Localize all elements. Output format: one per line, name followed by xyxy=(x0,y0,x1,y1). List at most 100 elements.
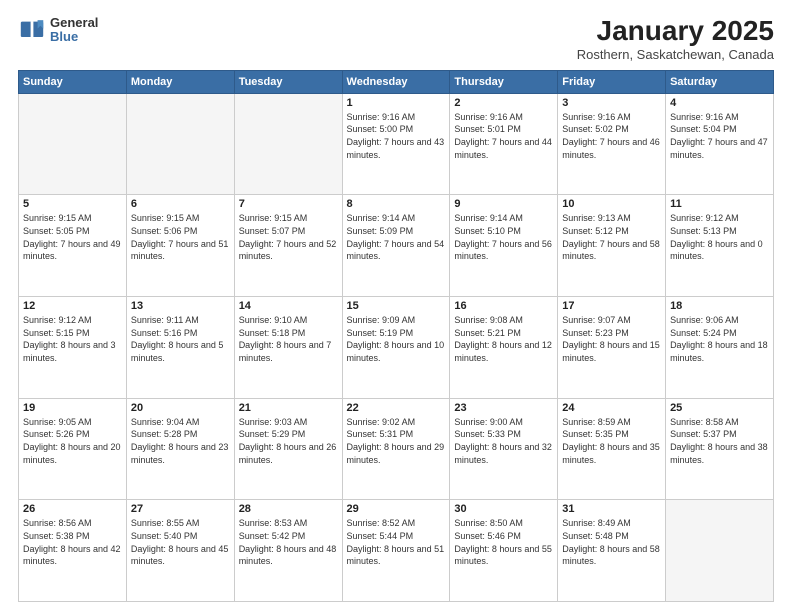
calendar-cell: 11 Sunrise: 9:12 AM Sunset: 5:13 PM Dayli… xyxy=(666,195,774,297)
day-info: Sunrise: 8:50 AM Sunset: 5:46 PM Dayligh… xyxy=(454,517,553,567)
day-info: Sunrise: 9:11 AM Sunset: 5:16 PM Dayligh… xyxy=(131,314,230,364)
calendar-cell xyxy=(19,93,127,195)
calendar-week-4: 26Sunrise: 8:56 AM Sunset: 5:38 PM Dayli… xyxy=(19,500,774,602)
weekday-header-sunday: Sunday xyxy=(19,70,127,93)
calendar-cell: 15 Sunrise: 9:09 AM Sunset: 5:19 PM Dayli… xyxy=(342,297,450,399)
calendar-cell: 4 Sunrise: 9:16 AM Sunset: 5:04 PM Daylig… xyxy=(666,93,774,195)
day-number: 3 xyxy=(562,97,661,109)
day-info: Sunrise: 9:10 AM Sunset: 5:18 PM Dayligh… xyxy=(239,314,338,364)
calendar-cell: 8 Sunrise: 9:14 AM Sunset: 5:09 PM Daylig… xyxy=(342,195,450,297)
day-number: 17 xyxy=(562,300,661,312)
day-info: Sunrise: 8:56 AM Sunset: 5:38 PM Dayligh… xyxy=(23,517,122,567)
calendar-week-2: 12Sunrise: 9:12 AM Sunset: 5:15 PM Dayli… xyxy=(19,297,774,399)
weekday-header-friday: Friday xyxy=(558,70,666,93)
day-info: Sunrise: 9:15 AM Sunset: 5:07 PM Dayligh… xyxy=(239,212,338,262)
day-number: 4 xyxy=(670,97,769,109)
calendar-cell: 25Sunrise: 8:58 AM Sunset: 5:37 PM Dayli… xyxy=(666,398,774,500)
day-info: Sunrise: 8:53 AM Sunset: 5:42 PM Dayligh… xyxy=(239,517,338,567)
day-number: 23 xyxy=(454,402,553,414)
calendar-cell: 18 Sunrise: 9:06 AM Sunset: 5:24 PM Dayli… xyxy=(666,297,774,399)
day-info: Sunrise: 9:15 AM Sunset: 5:05 PM Dayligh… xyxy=(23,212,122,262)
calendar-cell xyxy=(126,93,234,195)
logo-blue-label: Blue xyxy=(50,30,98,44)
day-info: Sunrise: 9:07 AM Sunset: 5:23 PM Dayligh… xyxy=(562,314,661,364)
day-number: 10 xyxy=(562,198,661,210)
weekday-header-tuesday: Tuesday xyxy=(234,70,342,93)
day-info: Sunrise: 9:05 AM Sunset: 5:26 PM Dayligh… xyxy=(23,416,122,466)
calendar-cell: 20 Sunrise: 9:04 AM Sunset: 5:28 PM Dayli… xyxy=(126,398,234,500)
day-info: Sunrise: 9:02 AM Sunset: 5:31 PM Dayligh… xyxy=(347,416,446,466)
calendar-cell: 31 Sunrise: 8:49 AM Sunset: 5:48 PM Dayli… xyxy=(558,500,666,602)
day-info: Sunrise: 9:12 AM Sunset: 5:15 PM Dayligh… xyxy=(23,314,122,364)
day-number: 28 xyxy=(239,503,338,515)
calendar-cell: 2 Sunrise: 9:16 AM Sunset: 5:01 PM Daylig… xyxy=(450,93,558,195)
day-number: 20 xyxy=(131,402,230,414)
logo: General Blue xyxy=(18,16,98,45)
day-info: Sunrise: 8:52 AM Sunset: 5:44 PM Dayligh… xyxy=(347,517,446,567)
calendar-cell: 17 Sunrise: 9:07 AM Sunset: 5:23 PM Dayli… xyxy=(558,297,666,399)
logo-text: General Blue xyxy=(50,16,98,45)
day-number: 5 xyxy=(23,198,122,210)
calendar-cell: 3Sunrise: 9:16 AM Sunset: 5:02 PM Daylig… xyxy=(558,93,666,195)
weekday-header-wednesday: Wednesday xyxy=(342,70,450,93)
day-number: 14 xyxy=(239,300,338,312)
day-number: 11 xyxy=(670,198,769,210)
calendar-table: SundayMondayTuesdayWednesdayThursdayFrid… xyxy=(18,70,774,602)
day-info: Sunrise: 8:49 AM Sunset: 5:48 PM Dayligh… xyxy=(562,517,661,567)
weekday-header-row: SundayMondayTuesdayWednesdayThursdayFrid… xyxy=(19,70,774,93)
day-info: Sunrise: 9:16 AM Sunset: 5:00 PM Dayligh… xyxy=(347,111,446,161)
day-number: 27 xyxy=(131,503,230,515)
day-info: Sunrise: 9:14 AM Sunset: 5:09 PM Dayligh… xyxy=(347,212,446,262)
day-number: 8 xyxy=(347,198,446,210)
calendar-cell: 27 Sunrise: 8:55 AM Sunset: 5:40 PM Dayli… xyxy=(126,500,234,602)
weekday-header-monday: Monday xyxy=(126,70,234,93)
calendar-cell: 22 Sunrise: 9:02 AM Sunset: 5:31 PM Dayli… xyxy=(342,398,450,500)
calendar-cell: 9 Sunrise: 9:14 AM Sunset: 5:10 PM Daylig… xyxy=(450,195,558,297)
calendar-cell: 14 Sunrise: 9:10 AM Sunset: 5:18 PM Dayli… xyxy=(234,297,342,399)
day-info: Sunrise: 8:59 AM Sunset: 5:35 PM Dayligh… xyxy=(562,416,661,466)
calendar-week-1: 5 Sunrise: 9:15 AM Sunset: 5:05 PM Daylig… xyxy=(19,195,774,297)
calendar-cell: 28 Sunrise: 8:53 AM Sunset: 5:42 PM Dayli… xyxy=(234,500,342,602)
logo-icon xyxy=(18,16,46,44)
day-number: 31 xyxy=(562,503,661,515)
title-block: January 2025 Rosthern, Saskatchewan, Can… xyxy=(577,16,774,62)
day-info: Sunrise: 9:16 AM Sunset: 5:04 PM Dayligh… xyxy=(670,111,769,161)
day-number: 21 xyxy=(239,402,338,414)
month-title: January 2025 xyxy=(577,16,774,47)
calendar-cell: 1 Sunrise: 9:16 AM Sunset: 5:00 PM Daylig… xyxy=(342,93,450,195)
day-info: Sunrise: 9:16 AM Sunset: 5:01 PM Dayligh… xyxy=(454,111,553,161)
calendar-cell: 19 Sunrise: 9:05 AM Sunset: 5:26 PM Dayli… xyxy=(19,398,127,500)
calendar-cell: 7Sunrise: 9:15 AM Sunset: 5:07 PM Daylig… xyxy=(234,195,342,297)
day-info: Sunrise: 9:15 AM Sunset: 5:06 PM Dayligh… xyxy=(131,212,230,262)
day-number: 13 xyxy=(131,300,230,312)
calendar-cell: 13 Sunrise: 9:11 AM Sunset: 5:16 PM Dayli… xyxy=(126,297,234,399)
day-info: Sunrise: 8:58 AM Sunset: 5:37 PM Dayligh… xyxy=(670,416,769,466)
calendar-cell: 29Sunrise: 8:52 AM Sunset: 5:44 PM Dayli… xyxy=(342,500,450,602)
page: General Blue January 2025 Rosthern, Sask… xyxy=(0,0,792,612)
calendar-cell: 24 Sunrise: 8:59 AM Sunset: 5:35 PM Dayli… xyxy=(558,398,666,500)
weekday-header-thursday: Thursday xyxy=(450,70,558,93)
day-number: 24 xyxy=(562,402,661,414)
calendar-week-3: 19 Sunrise: 9:05 AM Sunset: 5:26 PM Dayli… xyxy=(19,398,774,500)
day-info: Sunrise: 8:55 AM Sunset: 5:40 PM Dayligh… xyxy=(131,517,230,567)
day-number: 19 xyxy=(23,402,122,414)
calendar-week-0: 1 Sunrise: 9:16 AM Sunset: 5:00 PM Daylig… xyxy=(19,93,774,195)
day-number: 2 xyxy=(454,97,553,109)
day-info: Sunrise: 9:09 AM Sunset: 5:19 PM Dayligh… xyxy=(347,314,446,364)
day-number: 6 xyxy=(131,198,230,210)
day-info: Sunrise: 9:12 AM Sunset: 5:13 PM Dayligh… xyxy=(670,212,769,262)
day-number: 9 xyxy=(454,198,553,210)
calendar-cell: 10 Sunrise: 9:13 AM Sunset: 5:12 PM Dayli… xyxy=(558,195,666,297)
calendar-cell: 30Sunrise: 8:50 AM Sunset: 5:46 PM Dayli… xyxy=(450,500,558,602)
day-number: 15 xyxy=(347,300,446,312)
calendar-cell: 16Sunrise: 9:08 AM Sunset: 5:21 PM Dayli… xyxy=(450,297,558,399)
day-number: 18 xyxy=(670,300,769,312)
calendar-cell xyxy=(666,500,774,602)
day-info: Sunrise: 9:04 AM Sunset: 5:28 PM Dayligh… xyxy=(131,416,230,466)
day-number: 22 xyxy=(347,402,446,414)
day-info: Sunrise: 9:03 AM Sunset: 5:29 PM Dayligh… xyxy=(239,416,338,466)
day-info: Sunrise: 9:06 AM Sunset: 5:24 PM Dayligh… xyxy=(670,314,769,364)
day-number: 1 xyxy=(347,97,446,109)
day-info: Sunrise: 9:14 AM Sunset: 5:10 PM Dayligh… xyxy=(454,212,553,262)
day-info: Sunrise: 9:13 AM Sunset: 5:12 PM Dayligh… xyxy=(562,212,661,262)
